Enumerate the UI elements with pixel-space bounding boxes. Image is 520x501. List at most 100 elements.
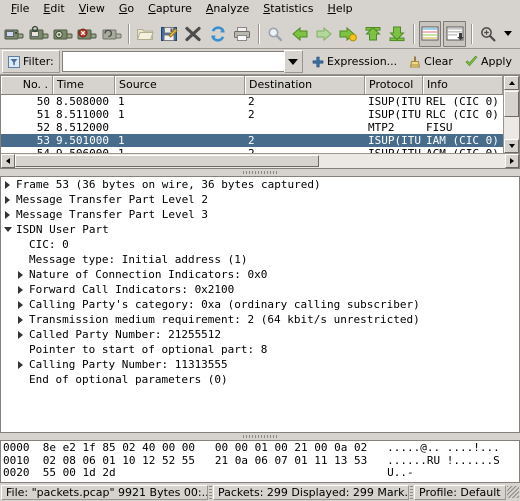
go-forward-icon[interactable] — [313, 21, 335, 47]
reload-file-icon[interactable] — [207, 21, 229, 47]
resize-grip-icon[interactable] — [507, 486, 519, 498]
stop-capture-icon[interactable] — [76, 21, 98, 47]
filter-funnel-icon — [8, 55, 20, 68]
go-back-icon[interactable] — [288, 21, 310, 47]
expander-collapsed-icon[interactable] — [1, 195, 14, 204]
table-cell: 8.512000 — [56, 121, 109, 134]
tree-node[interactable]: Message Transfer Part Level 3 — [1, 207, 519, 222]
tree-node[interactable]: Frame 53 (36 bytes on wire, 36 bytes cap… — [1, 177, 519, 192]
scroll-left-button[interactable] — [1, 154, 15, 168]
tree-node[interactable]: Nature of Connection Indicators: 0x0 — [1, 267, 519, 282]
table-cell — [115, 121, 245, 134]
scroll-down-button[interactable] — [504, 139, 519, 153]
column-header-protocol[interactable]: Protocol — [365, 76, 423, 94]
find-packet-icon[interactable] — [264, 21, 286, 47]
print-icon[interactable] — [231, 21, 253, 47]
status-profile[interactable]: Profile: Default — [414, 484, 506, 500]
tree-node-label: Calling Party's category: 0xa (ordinary … — [29, 298, 420, 311]
tree-node-label: Nature of Connection Indicators: 0x0 — [29, 268, 268, 281]
table-cell: 1 — [118, 134, 125, 147]
tree-node[interactable]: ISDN User Part — [1, 222, 519, 237]
go-to-packet-icon[interactable] — [337, 21, 359, 47]
table-row[interactable]: 50 8.508000 1 2 ISUP(ITU REL (CIC 0) — [1, 95, 503, 108]
expander-expanded-icon[interactable] — [1, 227, 14, 232]
table-row[interactable]: 53 9.501000 1 2 ISUP(ITU IAM (CIC 0) — [1, 134, 503, 147]
scroll-up-button[interactable] — [504, 76, 519, 90]
pane-splitter-bottom[interactable] — [0, 433, 520, 440]
go-first-packet-icon[interactable] — [362, 21, 384, 47]
close-file-icon[interactable] — [182, 21, 204, 47]
column-header-info[interactable]: Info — [423, 76, 503, 94]
tree-node[interactable]: CIC: 0 — [1, 237, 519, 252]
column-header-time[interactable]: Time — [53, 76, 115, 94]
menu-capture[interactable]: Capture — [141, 1, 199, 17]
expander-collapsed-icon[interactable] — [1, 180, 14, 189]
tree-node[interactable]: Calling Party Number: 11313555 — [1, 357, 519, 372]
save-file-icon[interactable] — [158, 21, 180, 47]
expander-collapsed-icon[interactable] — [14, 300, 27, 309]
go-last-packet-icon[interactable] — [386, 21, 408, 47]
menu-analyze[interactable]: Analyze — [199, 1, 256, 17]
expander-collapsed-icon[interactable] — [14, 285, 27, 294]
table-row[interactable]: 51 8.511000 1 2 ISUP(ITU RLC (CIC 0) — [1, 108, 503, 121]
menu-help[interactable]: Help — [321, 1, 360, 17]
menu-go[interactable]: Go — [112, 1, 141, 17]
toolbar-separator-3 — [413, 23, 415, 44]
colorize-icon[interactable] — [419, 20, 442, 47]
autoscroll-icon[interactable] — [443, 20, 466, 47]
packet-list-rows: 50 8.508000 1 2 ISUP(ITU REL (CIC 0) 51 8.51100… — [1, 95, 503, 153]
expander-collapsed-icon[interactable] — [14, 315, 27, 324]
tree-node[interactable]: Message Transfer Part Level 2 — [1, 192, 519, 207]
filter-input[interactable] — [61, 51, 284, 72]
wireshark-window: File Edit View Go Capture Analyze Statis… — [0, 0, 520, 501]
menu-view[interactable]: View — [72, 1, 112, 17]
packet-list-hscrollbar[interactable] — [1, 153, 519, 168]
column-header-source[interactable]: Source — [115, 76, 245, 94]
expander-collapsed-icon[interactable] — [14, 360, 27, 369]
tree-node[interactable]: End of optional parameters (0) — [1, 372, 519, 387]
filter-button[interactable]: Filter: — [2, 50, 60, 73]
tree-node[interactable]: Forward Call Indicators: 0x2100 — [1, 282, 519, 297]
table-row[interactable]: 52 8.512000 MTP2 FISU — [1, 121, 503, 134]
triangle-down-icon — [508, 144, 515, 148]
expander-collapsed-icon[interactable] — [14, 270, 27, 279]
status-file[interactable]: File: "packets.pcap" 9921 Bytes 00:... — [1, 484, 208, 500]
apply-label: Apply — [480, 55, 512, 68]
apply-button[interactable]: Apply — [458, 50, 518, 73]
toolbar-overflow-icon[interactable] — [503, 31, 512, 36]
start-capture-icon[interactable] — [52, 21, 74, 47]
pane-splitter-top[interactable] — [0, 169, 520, 176]
tree-node[interactable]: Pointer to start of optional part: 8 — [1, 342, 519, 357]
column-header-destination[interactable]: Destination — [245, 76, 365, 94]
expander-collapsed-icon[interactable] — [1, 210, 14, 219]
menu-file[interactable]: File — [4, 1, 36, 17]
filter-dropdown-button[interactable] — [283, 50, 303, 73]
menu-edit[interactable]: Edit — [36, 1, 71, 17]
vscroll-track[interactable] — [504, 90, 519, 139]
tree-node[interactable]: Called Party Number: 21255512 — [1, 327, 519, 342]
menu-statistics[interactable]: Statistics — [256, 1, 320, 17]
clear-button[interactable]: Clear — [403, 50, 459, 73]
open-file-icon[interactable] — [134, 21, 156, 47]
scroll-right-button[interactable] — [505, 154, 519, 168]
status-packets[interactable]: Packets: 299 Displayed: 299 Mark... — [213, 484, 409, 500]
tree-node-label: Message Transfer Part Level 2 — [16, 193, 209, 206]
tree-node[interactable]: Message type: Initial address (1) — [1, 252, 519, 267]
tree-node[interactable]: Transmission medium requirement: 2 (64 k… — [1, 312, 519, 327]
tree-node[interactable]: Calling Party's category: 0xa (ordinary … — [1, 297, 519, 312]
main-toolbar — [0, 19, 520, 49]
interfaces-icon[interactable] — [3, 21, 25, 47]
expression-label: Expression... — [326, 55, 398, 68]
vscroll-thumb[interactable] — [504, 91, 519, 117]
hscroll-thumb[interactable] — [15, 155, 319, 167]
packet-list-vscrollbar[interactable] — [503, 76, 519, 153]
packet-bytes-pane: 0000 8e e2 1f 85 02 40 00 00 00 00 01 00… — [0, 440, 520, 483]
column-header-no[interactable]: No. . — [1, 76, 53, 94]
zoom-in-icon[interactable] — [477, 21, 499, 47]
hscroll-track[interactable] — [15, 154, 505, 168]
capture-options-icon[interactable] — [27, 21, 49, 47]
expression-button[interactable]: Expression... — [305, 50, 404, 73]
expander-collapsed-icon[interactable] — [14, 330, 27, 339]
restart-capture-icon[interactable] — [100, 21, 122, 47]
hex-dump[interactable]: 0000 8e e2 1f 85 02 40 00 00 00 00 01 00… — [1, 441, 519, 482]
